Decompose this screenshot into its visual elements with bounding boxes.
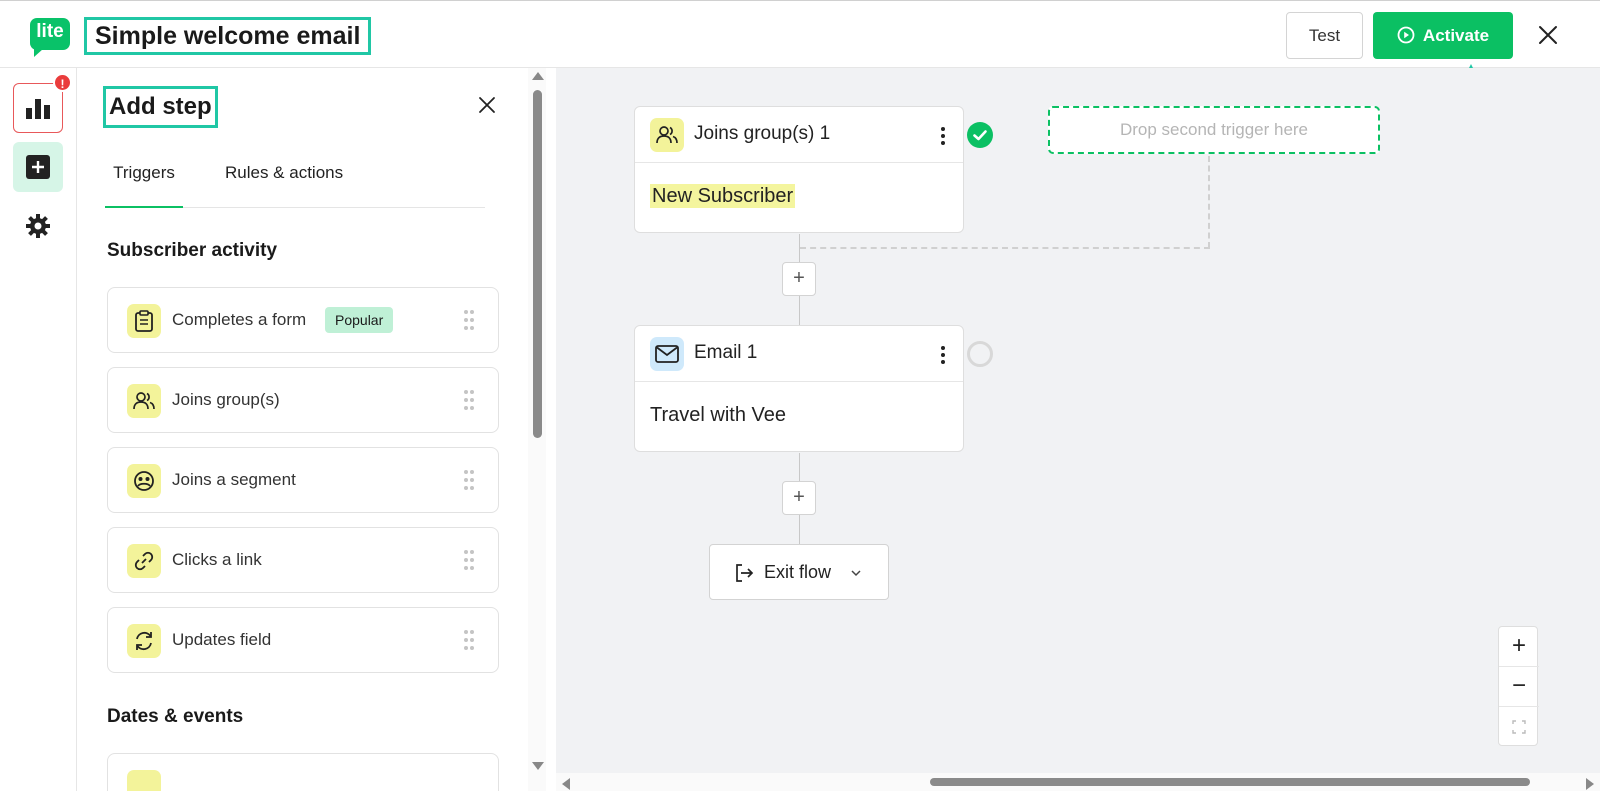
scroll-thumb[interactable] [533,90,542,438]
zoom-out-button[interactable]: − [1499,667,1539,707]
card-label: Completes a form [172,310,307,329]
node-header: Joins group(s) 1 [635,107,963,163]
check-circle-icon [967,122,993,148]
envelope-icon [650,337,684,371]
card-label: Joins a segment [172,470,296,489]
link-icon [127,544,161,578]
trigger-node-body: New Subscriber [650,184,796,208]
tab-rules-actions[interactable]: Rules & actions [225,158,343,208]
add-step-button[interactable] [13,142,63,192]
card-label: Updates field [172,630,272,649]
settings-button[interactable] [13,201,63,251]
drag-handle-icon[interactable] [464,630,474,650]
trigger-card-completes-form[interactable]: Completes a form Popular [107,287,499,353]
email-node[interactable]: Email 1 Travel with Vee [634,325,964,452]
play-circle-icon [1397,26,1415,44]
drop-second-trigger-zone[interactable]: Drop second trigger here [1048,106,1380,154]
icon-rail [0,68,77,791]
close-panel-icon[interactable] [477,95,497,115]
panel-scrollbar[interactable] [528,68,546,791]
scroll-right-arrow[interactable] [1586,778,1594,790]
popular-badge: Popular [325,307,394,333]
gear-icon [26,214,50,238]
test-button[interactable]: Test [1286,12,1363,59]
add-step-plus-button[interactable]: + [782,262,816,296]
connector-line [799,234,800,264]
more-vertical-icon[interactable] [941,346,945,364]
fit-screen-button[interactable] [1499,707,1539,747]
top-header: lite Simple welcome email Test Activate [0,0,1600,68]
scroll-down-arrow[interactable] [532,762,544,770]
drag-handle-icon[interactable] [464,550,474,570]
calendar-icon [127,770,161,791]
connector-line [799,296,800,326]
email-subject: Travel with Vee [650,404,786,426]
section-subscriber-activity: Subscriber activity [107,240,278,261]
more-vertical-icon[interactable] [941,127,945,145]
zoom-in-button[interactable]: + [1499,627,1539,667]
connector-line [799,453,800,483]
reports-button[interactable] [13,83,63,133]
scroll-up-arrow[interactable] [532,72,544,80]
refresh-icon [127,624,161,658]
connector-line [799,515,800,545]
node-header: Email 1 [635,326,963,382]
clipboard-icon [127,304,161,338]
trigger-card-partial[interactable] [107,753,499,791]
drag-handle-icon[interactable] [464,310,474,330]
users-icon [127,384,161,418]
zoom-controls: + − [1498,626,1539,747]
panel-title: Add step [103,86,218,128]
activate-label: Activate [1422,26,1490,45]
trigger-card-clicks-link[interactable]: Clicks a link [107,527,499,593]
activate-button[interactable]: Activate [1373,12,1513,59]
trigger-card-updates-field[interactable]: Updates field [107,607,499,673]
scroll-thumb[interactable] [930,778,1530,786]
add-step-plus-button[interactable]: + [782,481,816,515]
close-editor-icon[interactable] [1535,22,1561,48]
drag-handle-icon[interactable] [464,390,474,410]
chevron-down-icon [851,570,861,577]
trigger-condition: New Subscriber [650,184,796,208]
card-label: Joins group(s) [172,390,280,409]
card-label: Clicks a link [172,550,262,569]
fit-screen-icon [1512,720,1526,734]
trigger-node-title: Joins group(s) 1 [694,123,831,144]
workflow-title[interactable]: Simple welcome email [84,17,372,55]
exit-flow-button[interactable]: Exit flow [709,544,889,600]
users-icon [650,118,684,152]
mailerlite-logo[interactable]: lite [30,18,70,57]
section-dates-events: Dates & events [107,706,244,727]
email-node-title: Email 1 [694,342,758,363]
exit-flow-label: Exit flow [764,562,832,582]
canvas-horizontal-scrollbar[interactable] [556,773,1600,791]
bar-chart-icon [26,99,50,119]
tab-triggers[interactable]: Triggers [105,158,183,208]
plus-square-icon [26,155,50,179]
drag-handle-icon[interactable] [464,470,474,490]
add-step-panel: Add step Triggers Rules & actions Subscr… [77,68,544,791]
alert-badge: ! [53,73,72,92]
panel-tabs: Triggers Rules & actions [105,158,485,208]
trigger-node[interactable]: Joins group(s) 1 New Subscriber [634,106,964,233]
trigger-card-joins-segment[interactable]: Joins a segment [107,447,499,513]
trigger-card-joins-groups[interactable]: Joins group(s) [107,367,499,433]
dashed-connector [800,247,1210,249]
loading-spinner-icon [967,341,993,367]
segment-icon [127,464,161,498]
scroll-left-arrow[interactable] [562,778,570,790]
exit-icon [736,564,754,582]
dashed-connector [1208,156,1210,248]
workflow-canvas[interactable]: Joins group(s) 1 New Subscriber Drop sec… [556,68,1600,791]
